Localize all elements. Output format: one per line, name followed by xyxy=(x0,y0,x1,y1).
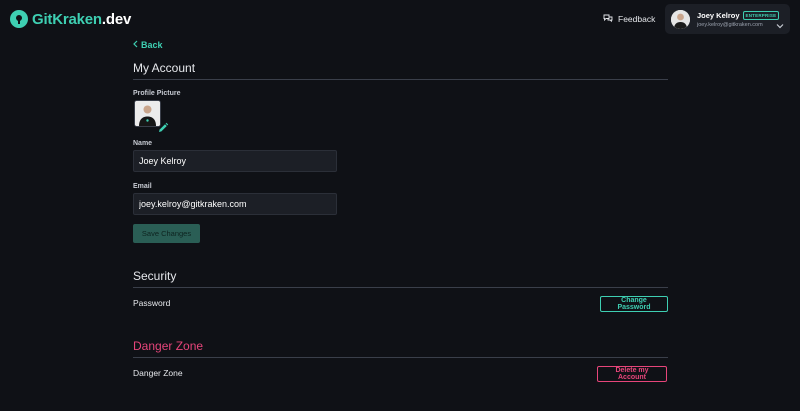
chevron-down-icon[interactable] xyxy=(776,16,784,34)
top-bar: GitKraken.dev Feedback Joey Kelroy ENTER… xyxy=(0,0,800,38)
profile-picture-label: Profile Picture xyxy=(133,90,181,97)
email-label: Email xyxy=(133,183,152,190)
avatar xyxy=(671,9,690,29)
gitkraken-logo-icon xyxy=(10,10,28,28)
logo-text: GitKraken.dev xyxy=(32,11,131,28)
back-label: Back xyxy=(141,40,163,50)
name-field[interactable] xyxy=(133,150,337,172)
security-divider xyxy=(133,287,668,288)
logo-brand: GitKraken xyxy=(32,10,102,28)
user-menu[interactable]: Joey Kelroy ENTERPRISE joey.kelroy@gitkr… xyxy=(665,4,790,34)
change-password-button[interactable]: Change Password xyxy=(600,296,668,312)
email-field[interactable] xyxy=(133,193,337,215)
name-label: Name xyxy=(133,140,153,147)
save-changes-button[interactable]: Save Changes xyxy=(133,224,200,243)
user-name: Joey Kelroy xyxy=(697,10,740,20)
user-row: Joey Kelroy ENTERPRISE xyxy=(697,10,780,20)
account-divider xyxy=(133,79,668,80)
back-link[interactable]: Back xyxy=(133,40,163,50)
feedback-label: Feedback xyxy=(618,14,656,24)
gitkraken-logo[interactable]: GitKraken.dev xyxy=(10,9,131,29)
password-label: Password xyxy=(133,298,171,308)
chat-bubbles-icon xyxy=(603,14,613,25)
chevron-left-icon xyxy=(133,40,138,50)
delete-account-button[interactable]: Delete my Account xyxy=(597,366,667,382)
feedback-button[interactable]: Feedback xyxy=(603,12,655,26)
plan-badge: ENTERPRISE xyxy=(742,10,780,20)
danger-divider xyxy=(133,357,668,358)
security-title: Security xyxy=(133,269,177,283)
account-title: My Account xyxy=(133,61,196,75)
danger-zone-title: Danger Zone xyxy=(133,339,204,353)
pencil-icon[interactable] xyxy=(157,121,169,133)
user-info: Joey Kelroy ENTERPRISE joey.kelroy@gitkr… xyxy=(697,10,780,28)
user-email: joey.kelroy@gitkraken.com xyxy=(697,21,763,28)
logo-tld: .dev xyxy=(101,10,132,28)
danger-zone-label: Danger Zone xyxy=(133,368,183,378)
